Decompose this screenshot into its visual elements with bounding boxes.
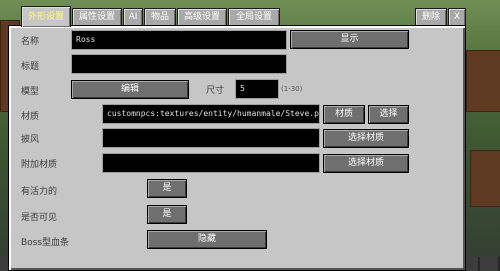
overlay-label: 附加材质 [21, 160, 58, 170]
texture-label: 材质 [21, 112, 40, 122]
size-input[interactable]: 5 [235, 79, 279, 99]
title-input[interactable] [71, 54, 287, 74]
select-texture-button[interactable]: 选择 [368, 105, 409, 124]
living-toggle-button[interactable]: 是 [147, 179, 187, 198]
model-label: 模型 [21, 87, 40, 97]
wood-block-right [466, 50, 500, 112]
title-label: 标题 [21, 62, 40, 72]
overlay-input[interactable] [102, 153, 320, 173]
living-label: 有活力的 [21, 187, 58, 197]
cape-input[interactable] [102, 128, 320, 148]
name-label: 名称 [21, 37, 40, 47]
size-range-hint: (1-30) [281, 85, 303, 93]
cape-label: 披风 [21, 135, 40, 145]
texture-input[interactable]: customnpcs:textures/entity/humanmale/Ste… [102, 104, 320, 124]
appearance-panel: 名称 Ross 显示 标题 模型 编辑 尺寸 5 (1-30) 材质 custo… [8, 25, 466, 271]
show-name-button[interactable]: 显示 [290, 30, 409, 49]
size-label: 尺寸 [206, 86, 225, 96]
wood-block-right-lower [470, 150, 500, 207]
select-cape-button[interactable]: 选择材质 [323, 129, 409, 148]
select-overlay-button[interactable]: 选择材质 [323, 154, 409, 173]
boss-bar-label: Boss型血条 [21, 238, 70, 248]
visible-label: 是否可见 [21, 213, 58, 223]
visible-toggle-button[interactable]: 是 [147, 205, 187, 224]
texture-button[interactable]: 材质 [323, 105, 365, 124]
name-input[interactable]: Ross [71, 30, 287, 50]
boss-bar-toggle-button[interactable]: 隐藏 [147, 230, 267, 249]
edit-model-button[interactable]: 编辑 [71, 80, 189, 99]
tab-appearance[interactable]: 外形设置 [21, 6, 71, 27]
